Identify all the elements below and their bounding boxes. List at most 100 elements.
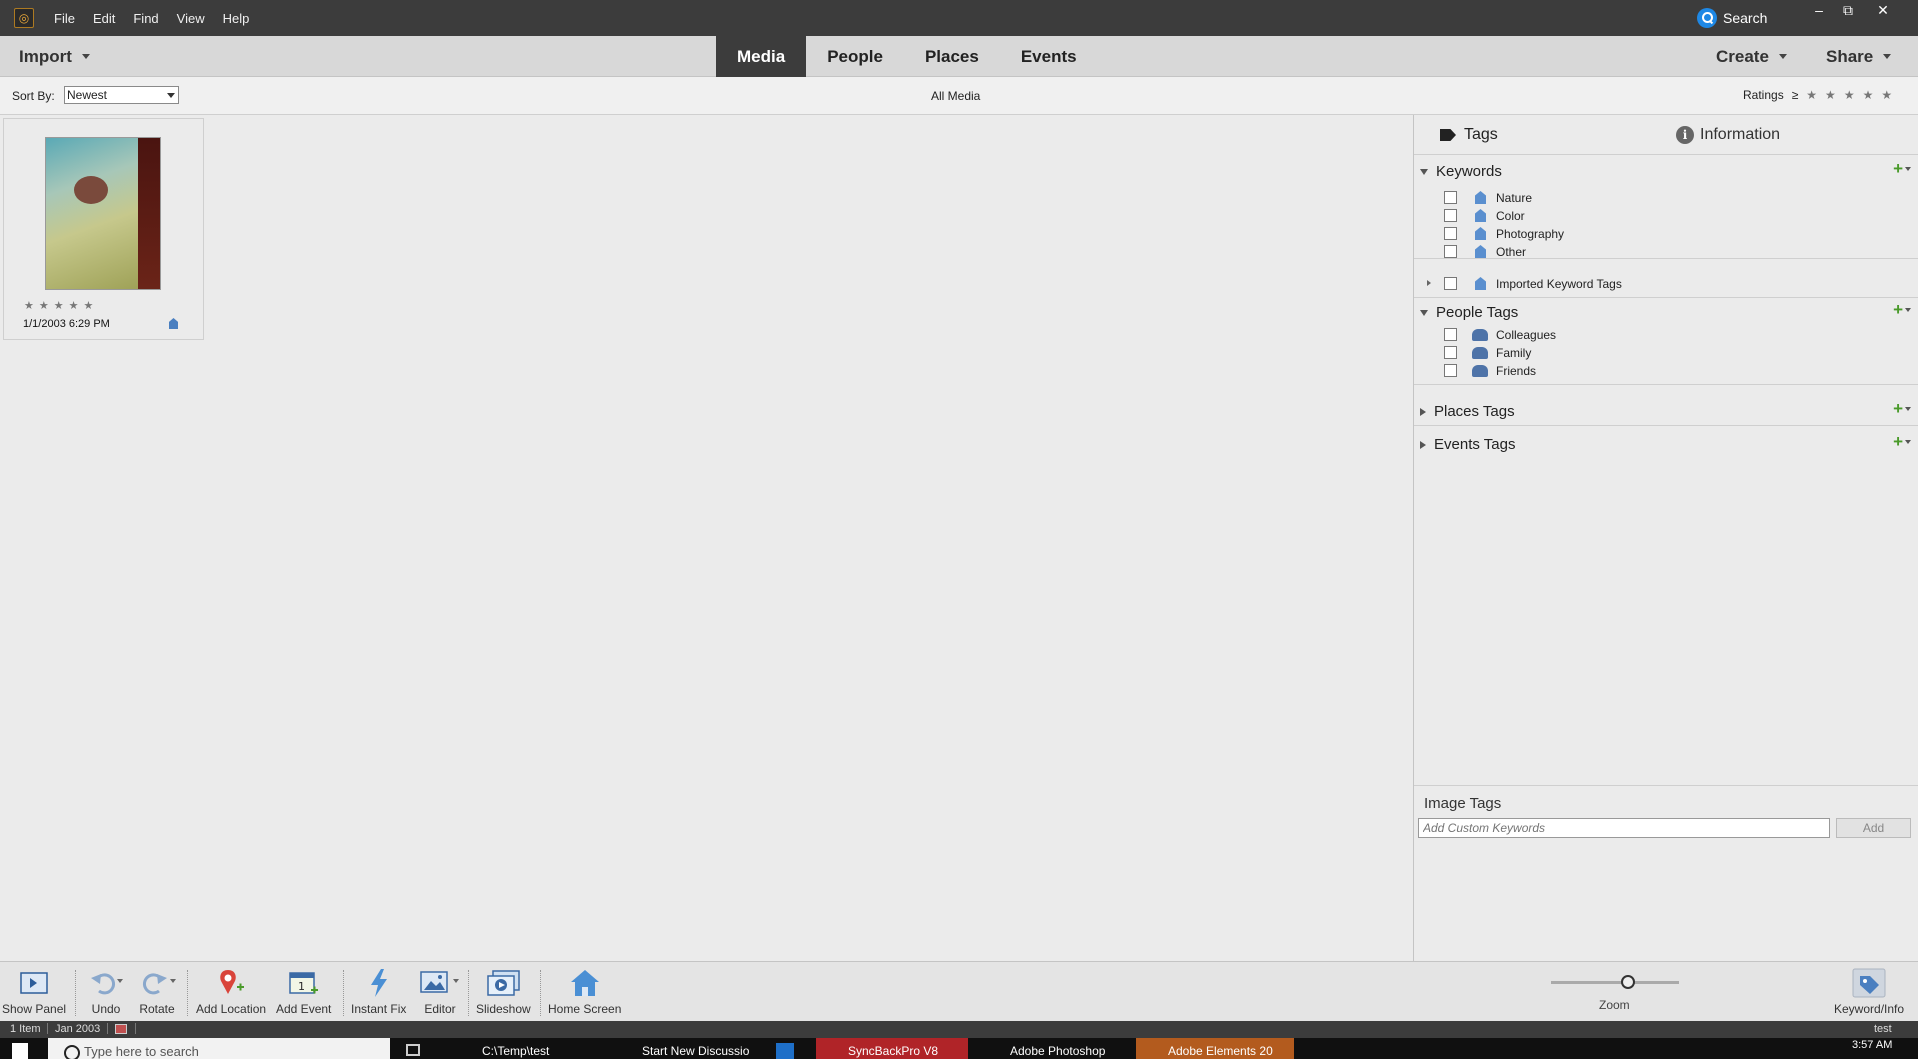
add-event-button[interactable]: 1 Add Event [276, 968, 331, 1016]
custom-keywords-input[interactable] [1418, 818, 1830, 838]
keyword-row-imported[interactable]: Imported Keyword Tags [1414, 275, 1918, 293]
events-tags-header[interactable]: Events Tags [1420, 436, 1515, 453]
rotate-button[interactable]: Rotate [137, 968, 177, 1016]
people-checkbox[interactable] [1444, 346, 1457, 359]
people-checkbox[interactable] [1444, 328, 1457, 341]
ratings-filter: Ratings ≥ ★ ★ ★ ★ ★ [1743, 88, 1892, 102]
task-view-icon[interactable] [406, 1044, 420, 1056]
thumbnail-rating: ★ ★ ★ ★ ★ [24, 299, 93, 312]
expand-right-icon[interactable] [1427, 280, 1431, 286]
add-keyword-button[interactable]: + [1893, 159, 1911, 179]
keyword-row-nature[interactable]: Nature [1414, 189, 1918, 207]
zoom-slider-track[interactable] [1551, 981, 1679, 984]
keyword-checkbox[interactable] [1444, 209, 1457, 222]
rating-star-icon[interactable]: ★ [1881, 88, 1892, 102]
windows-start-icon[interactable] [12, 1043, 28, 1059]
add-events-tag-button[interactable]: + [1893, 432, 1911, 452]
close-button[interactable]: ✕ [1872, 2, 1894, 19]
create-button[interactable]: Create [1716, 47, 1787, 67]
places-tags-header[interactable]: Places Tags [1420, 403, 1515, 420]
keyword-checkbox[interactable] [1444, 277, 1457, 290]
restore-button[interactable]: ⧉ [1837, 2, 1859, 19]
rating-star-icon[interactable]: ★ [1825, 88, 1836, 102]
menu-find[interactable]: Find [133, 11, 158, 26]
tab-places[interactable]: Places [904, 36, 1000, 77]
expand-right-icon [1420, 407, 1426, 416]
image-tags-section: Image Tags Add [1414, 785, 1918, 961]
media-thumbnail[interactable]: ★ ★ ★ ★ ★ 1/1/2003 6:29 PM [3, 118, 204, 340]
slideshow-button[interactable]: Slideshow [476, 968, 531, 1016]
import-button[interactable]: Import [19, 47, 90, 67]
show-panel-icon [20, 968, 48, 998]
taskbar-item-elements[interactable]: Adobe Elements 20 [1136, 1038, 1294, 1059]
taskbar-item-syncback[interactable]: SyncBackPro V8 [816, 1038, 968, 1059]
tags-panel: Tags i Information Keywords + Nature Col… [1413, 115, 1918, 961]
star-icon[interactable]: ★ [84, 299, 94, 312]
media-grid: ★ ★ ★ ★ ★ 1/1/2003 6:29 PM [0, 115, 1413, 961]
menu-file[interactable]: File [54, 11, 75, 26]
keyword-checkbox[interactable] [1444, 191, 1457, 204]
instant-fix-button[interactable]: Instant Fix [351, 968, 406, 1016]
add-places-tag-button[interactable]: + [1893, 399, 1911, 419]
add-location-button[interactable]: Add Location [196, 968, 266, 1016]
star-icon[interactable]: ★ [24, 299, 34, 312]
add-people-tag-button[interactable]: + [1893, 300, 1911, 320]
photo-image[interactable] [45, 137, 161, 290]
keyword-row-photography[interactable]: Photography [1414, 225, 1918, 243]
minimize-button[interactable]: – [1808, 2, 1830, 18]
rating-star-icon[interactable]: ★ [1806, 88, 1817, 102]
people-tags-header[interactable]: People Tags [1420, 304, 1518, 321]
people-row-family[interactable]: Family [1414, 344, 1918, 362]
taskbar-item-chrome[interactable]: Start New Discussio [610, 1038, 760, 1059]
people-row-colleagues[interactable]: Colleagues [1414, 326, 1918, 344]
people-checkbox[interactable] [1444, 364, 1457, 377]
plus-icon: + [1893, 399, 1903, 418]
keyword-checkbox[interactable] [1444, 245, 1457, 258]
toolbar-divider [187, 970, 188, 1016]
calendar-icon[interactable] [115, 1024, 127, 1034]
keyword-checkbox[interactable] [1444, 227, 1457, 240]
keyword-row-color[interactable]: Color [1414, 207, 1918, 225]
taskbar-search-box[interactable]: Type here to search [48, 1038, 390, 1059]
keyword-label: Color [1496, 209, 1525, 223]
add-location-label: Add Location [196, 1002, 267, 1016]
outlook-icon[interactable] [776, 1043, 794, 1059]
tab-tags[interactable]: Tags [1440, 126, 1498, 144]
editor-button[interactable]: Editor [420, 968, 460, 1016]
undo-button[interactable]: Undo [89, 968, 123, 1016]
people-tags-title: People Tags [1436, 304, 1519, 321]
show-panel-button[interactable]: Show Panel [2, 968, 66, 1016]
star-icon[interactable]: ★ [69, 299, 79, 312]
menu-edit[interactable]: Edit [93, 11, 115, 26]
title-bar: ◎ File Edit Find View Help Search – ⧉ ✕ [0, 0, 1918, 36]
zoom-slider-handle[interactable] [1621, 975, 1635, 989]
keyword-label: Imported Keyword Tags [1496, 277, 1622, 291]
taskbar-item-explorer[interactable]: C:\Temp\test [450, 1038, 600, 1059]
people-row-friends[interactable]: Friends [1414, 362, 1918, 380]
star-icon[interactable]: ★ [54, 299, 64, 312]
menu-help[interactable]: Help [223, 11, 250, 26]
home-screen-button[interactable]: Home Screen [548, 968, 621, 1016]
tab-events[interactable]: Events [1000, 36, 1098, 77]
rating-star-icon[interactable]: ★ [1863, 88, 1874, 102]
calendar-day: 1 [298, 980, 305, 993]
slideshow-label: Slideshow [476, 1002, 531, 1016]
panel-tabs: Tags i Information [1414, 115, 1918, 155]
expand-down-icon [1420, 168, 1428, 175]
tab-people[interactable]: People [806, 36, 904, 77]
share-button[interactable]: Share [1826, 47, 1892, 67]
search-button[interactable]: Search [1697, 7, 1767, 29]
tab-information[interactable]: i Information [1676, 126, 1780, 144]
sort-select[interactable]: Newest [64, 86, 179, 104]
search-label: Search [1723, 10, 1768, 26]
menu-view[interactable]: View [177, 11, 205, 26]
add-keyword-tag-button[interactable]: Add [1836, 818, 1911, 838]
tab-media[interactable]: Media [716, 36, 807, 77]
keywords-header[interactable]: Keywords [1420, 163, 1502, 180]
keyword-row-other[interactable]: Other [1414, 243, 1918, 261]
taskbar-item-photoshop[interactable]: Adobe Photoshop [978, 1038, 1128, 1059]
menu-bar: File Edit Find View Help [54, 11, 267, 26]
star-icon[interactable]: ★ [39, 299, 49, 312]
keyword-info-button[interactable]: Keyword/Info [1834, 968, 1904, 1016]
rating-star-icon[interactable]: ★ [1844, 88, 1855, 102]
